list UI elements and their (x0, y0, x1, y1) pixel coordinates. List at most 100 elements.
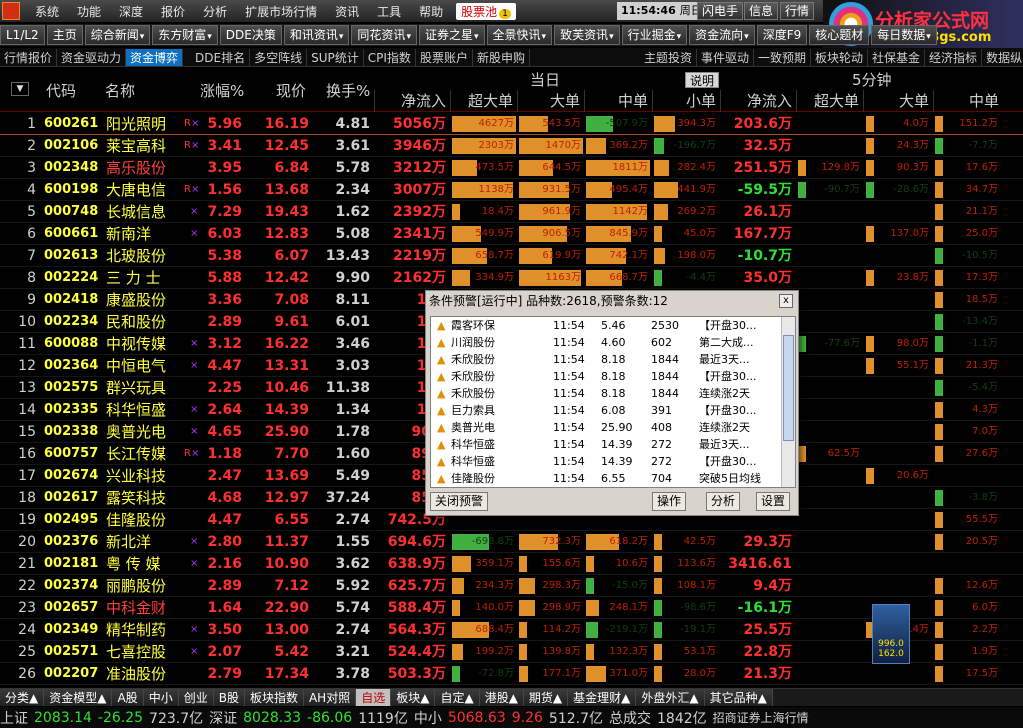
toolbar-eastmoney[interactable]: 东方财富 (152, 25, 218, 45)
toolbar-depth-f9[interactable]: 深度F9 (756, 25, 808, 45)
table-row[interactable]: 1 600261 阳光照明 R× 5.96 16.19 4.81 5056万 203.6万 462… (0, 113, 1023, 135)
tab-econ-indicator[interactable]: 经济指标 (925, 48, 983, 66)
toolbar-industry[interactable]: 行业掘金 (621, 25, 688, 45)
close-alert-button[interactable]: 关闭预警 (430, 492, 489, 511)
tab-data-overview[interactable]: 数据纵览 (982, 49, 1023, 66)
table-row[interactable]: 25 002571 七喜控股 × 2.07 5.42 3.21 524.4万 22.8万 199.… (0, 641, 1023, 663)
menu-extended-market[interactable]: 扩展市场行情 (236, 3, 326, 20)
menu-system[interactable]: 系统 (26, 3, 68, 20)
bottom-tab[interactable]: 创业 (178, 689, 214, 706)
menu-analysis[interactable]: 分析 (194, 3, 236, 20)
bottom-tab[interactable]: 基金理财▲ (568, 689, 637, 706)
header-xl-order-5min[interactable]: 超大单 (796, 90, 863, 112)
bottom-tab[interactable]: 港股▲ (479, 689, 524, 706)
tab-sector-rotation[interactable]: 板块轮动 (811, 48, 869, 66)
toolbar-general-news[interactable]: 综合新闻 (84, 25, 151, 45)
header-net-inflow[interactable]: 净流入 (374, 90, 450, 112)
alert-item[interactable]: ▲ 禾欣股份 11:54 8.18 1844 连续涨2天 (431, 385, 795, 402)
menu-help[interactable]: 帮助 (410, 3, 452, 20)
header-price[interactable]: 现价 (276, 80, 306, 101)
toolbar-l1l2[interactable]: L1/L2 (0, 25, 45, 45)
tab-cpi[interactable]: CPI指数 (364, 48, 416, 66)
bottom-tab[interactable]: 板块▲ (391, 689, 436, 706)
analyze-button[interactable]: 分析 (706, 492, 741, 511)
toolbar-stockstar[interactable]: 证券之星 (418, 25, 485, 45)
tab-account[interactable]: 股票账户 (416, 48, 473, 66)
toolbar-hexun[interactable]: 和讯资讯 (283, 25, 350, 45)
menu-depth[interactable]: 深度 (110, 3, 152, 20)
market-button[interactable]: 行情 (780, 2, 815, 20)
menu-function[interactable]: 功能 (68, 3, 110, 20)
header-m-order-5min[interactable]: 中单 (933, 90, 1003, 112)
table-row[interactable]: 5 000748 长城信息 × 7.29 19.43 1.62 2392万 26.1万 18.4万… (0, 201, 1023, 223)
header-s-order[interactable]: 小单 (652, 90, 720, 112)
header-name[interactable]: 名称 (105, 80, 135, 101)
alert-item[interactable]: ▲ 霞客环保 11:54 5.46 2530 【开盘30... (431, 317, 795, 334)
table-row[interactable]: 23 002657 中科金财 1.64 22.90 5.74 588.4万 -16.1万 140… (0, 597, 1023, 619)
tab-theme-invest[interactable]: 主题投资 (640, 48, 697, 66)
info-button[interactable]: 信息 (744, 2, 779, 20)
table-row[interactable]: 21 002181 粤 传 媒 × 2.16 10.90 3.62 638.9万 3416.61… (0, 553, 1023, 575)
settings-button[interactable]: 设置 (756, 492, 791, 511)
menu-tools[interactable]: 工具 (368, 3, 410, 20)
alert-item[interactable]: ▲ 科华恒盛 11:54 14.39 272 最近3天... (431, 436, 795, 453)
bottom-tab[interactable]: B股 (213, 689, 245, 706)
tab-event-driven[interactable]: 事件驱动 (697, 48, 754, 66)
toolbar-daily-data[interactable]: 每日数据 (871, 25, 937, 45)
floating-widget[interactable]: 996.0 162.0 (872, 604, 910, 664)
tab-social-fund[interactable]: 社保基金 (868, 48, 926, 66)
explain-button[interactable]: 说明 (685, 72, 720, 88)
bottom-tab[interactable]: A股 (112, 689, 144, 706)
alert-item[interactable]: ▲ 奥普光电 11:54 25.90 408 连续涨2天 (431, 419, 795, 436)
toolbar-zhifu[interactable]: 致芙资讯 (554, 25, 620, 45)
alert-item[interactable]: ▲ 禾欣股份 11:54 8.18 1844 【开盘30... (431, 368, 795, 385)
table-row[interactable]: 26 002207 准油股份 2.79 17.34 3.78 503.3万 21.3万 -72.… (0, 663, 1023, 685)
toolbar-home[interactable]: 主页 (46, 25, 83, 45)
table-row[interactable]: 2 002106 莱宝高科 R× 3.41 12.45 3.61 3946万 32.5万 2303… (0, 135, 1023, 157)
table-row[interactable]: 8 002224 三 力 士 5.88 12.42 9.90 2162万 35.0万 334.9… (0, 267, 1023, 289)
table-row[interactable]: 24 002349 精华制药 × 3.50 13.00 2.74 564.3万 25.5万 688… (0, 619, 1023, 641)
header-xl-order[interactable]: 超大单 (450, 90, 517, 112)
bottom-tab[interactable]: 自定▲ (435, 689, 480, 706)
sort-menu-icon[interactable]: ▼ (11, 82, 29, 96)
alert-item[interactable]: ▲ 巨力索具 11:54 6.08 391 【开盘30... (431, 402, 795, 419)
header-turnover[interactable]: 换手% (326, 80, 370, 101)
toolbar-panorama[interactable]: 全景快讯 (486, 25, 553, 45)
tab-ipo[interactable]: 新股申购 (473, 48, 530, 66)
bottom-tab[interactable]: 自选 (356, 689, 392, 706)
tab-consensus[interactable]: 一致预期 (754, 48, 812, 66)
alert-item[interactable]: ▲ 川润股份 11:54 4.60 602 第二大成... (431, 334, 795, 351)
table-row[interactable]: 7 002613 北玻股份 5.38 6.07 13.43 2219万 -10.7万 658.7… (0, 245, 1023, 267)
tab-sup[interactable]: SUP统计 (307, 48, 364, 66)
bottom-tab[interactable]: 分类▲ (0, 689, 45, 706)
tab-long-short[interactable]: 多空阵线 (250, 48, 308, 66)
table-row[interactable]: 6 600661 新南洋 × 6.03 12.83 5.08 2341万 167.7万 549.9… (0, 223, 1023, 245)
stock-pool-menu[interactable]: 股票池 1 (456, 2, 516, 20)
toolbar-tonghua[interactable]: 同花资讯 (351, 25, 417, 45)
header-code[interactable]: 代码 (46, 80, 76, 101)
tab-quote[interactable]: 行情报价 (0, 48, 58, 66)
table-row[interactable]: 22 002374 丽鹏股份 2.89 7.12 5.92 625.7万 9.4万 234.3万… (0, 575, 1023, 597)
menu-info[interactable]: 资讯 (326, 3, 368, 20)
table-row[interactable]: 3 002348 高乐股份 3.95 6.84 5.78 3212万 251.5万 473.5万… (0, 157, 1023, 179)
bottom-tab[interactable]: 中小 (143, 689, 179, 706)
close-icon[interactable]: x (779, 294, 793, 308)
header-l-order[interactable]: 大单 (517, 90, 584, 112)
alert-item[interactable]: ▲ 佳隆股份 11:54 6.55 704 突破5日均线 (431, 470, 795, 487)
tab-fund-drive[interactable]: 资金驱动力 (57, 48, 127, 66)
bottom-tab[interactable]: AH对照 (303, 689, 357, 706)
tab-dde-rank[interactable]: DDE排名 (191, 48, 251, 66)
table-row[interactable]: 4 600198 大唐电信 R× 1.56 13.68 2.34 3007万 -59.5万 113… (0, 179, 1023, 201)
toolbar-dde[interactable]: DDE决策 (219, 25, 282, 45)
bottom-tab[interactable]: 其它品种▲ (704, 689, 773, 706)
operate-button[interactable]: 操作 (652, 492, 687, 511)
header-net-inflow-5min[interactable]: 净流入 (720, 90, 796, 112)
menu-quote[interactable]: 报价 (152, 3, 194, 20)
header-l-order-5min[interactable]: 大单 (863, 90, 933, 112)
header-change[interactable]: 涨幅% (200, 80, 244, 101)
lightning-button[interactable]: 闪电手 (697, 2, 744, 20)
bottom-tab[interactable]: 板块指数 (244, 689, 304, 706)
header-m-order[interactable]: 中单 (584, 90, 652, 112)
bottom-tab[interactable]: 外盘外汇▲ (636, 689, 705, 706)
alert-item[interactable]: ▲ 科华恒盛 11:54 14.39 272 【开盘30... (431, 453, 795, 470)
